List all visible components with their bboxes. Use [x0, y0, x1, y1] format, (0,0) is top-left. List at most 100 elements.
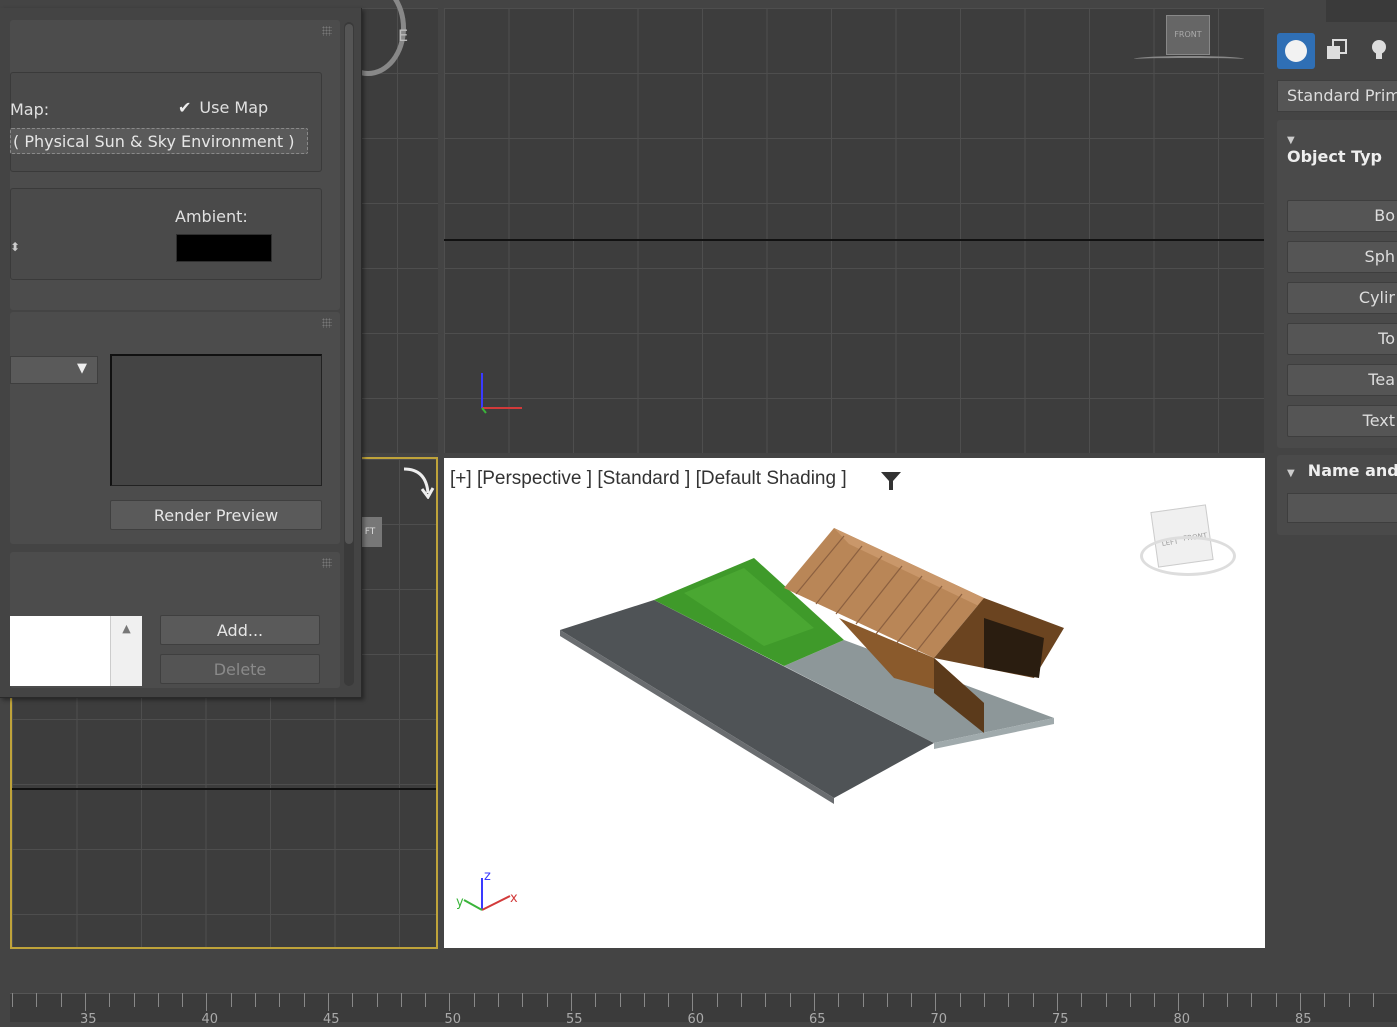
timeline-tick: [886, 993, 888, 1007]
scene-model[interactable]: [544, 518, 1104, 808]
cylinder-button[interactable]: Cylir: [1287, 282, 1397, 314]
add-effect-button[interactable]: Add...: [160, 615, 320, 645]
dialog-scrollbar[interactable]: [344, 22, 354, 686]
rollout-collapse-icon: ▼: [1287, 468, 1295, 479]
viewport-menu-view[interactable]: [Perspective ]: [477, 468, 592, 489]
viewport-menu-plus[interactable]: [+]: [450, 468, 472, 489]
scroll-up-icon[interactable]: ▲: [111, 622, 142, 635]
timeline-tick: [1202, 993, 1204, 1007]
timeline-tick: [84, 993, 86, 1011]
timeline-frame-label: 75: [1052, 1012, 1069, 1027]
axis-y-label: y: [456, 895, 464, 910]
timeline-tick: [400, 993, 402, 1007]
timeline-tick: [595, 993, 597, 1007]
timeline-tick: [425, 993, 427, 1007]
geometry-tab-button[interactable]: [1277, 33, 1315, 69]
filter-icon[interactable]: [880, 470, 902, 492]
timeline-tick: [984, 993, 985, 1007]
axis-z-label: z: [484, 869, 491, 884]
textplus-button[interactable]: Text: [1287, 405, 1397, 437]
environment-map-button[interactable]: ( Physical Sun & Sky Environment ): [10, 128, 308, 154]
timeline-tick: [473, 993, 475, 1007]
shapes-tab-button[interactable]: [1322, 36, 1352, 66]
render-preview-label: Render Preview: [153, 505, 279, 525]
box-button[interactable]: Bo: [1287, 200, 1397, 232]
viewport-menu-shading[interactable]: [Default Shading ]: [696, 468, 847, 489]
orbit-arrow-icon[interactable]: [400, 463, 436, 499]
category-label: Standard Prim: [1287, 86, 1397, 105]
chevron-down-icon: ▼: [77, 361, 87, 376]
name-color-rollout: ▼ Name and: [1277, 455, 1397, 535]
timeline-tick: [303, 993, 305, 1007]
viewport-perspective[interactable]: [+] [Perspective ] [Standard ] [Default …: [444, 458, 1265, 948]
list-scrollbar[interactable]: ▲: [110, 616, 142, 686]
object-name-field[interactable]: [1287, 493, 1397, 523]
viewport-menu-mode[interactable]: [Standard ]: [597, 468, 690, 489]
use-map-checkbox[interactable]: ✔ Use Map: [178, 98, 268, 117]
timeline-tick: [36, 993, 38, 1007]
lights-tab-button[interactable]: [1364, 36, 1394, 66]
timeline-frame-label: 50: [444, 1012, 462, 1027]
teapot-button[interactable]: Tea: [1287, 364, 1397, 396]
scrollbar-thumb[interactable]: [345, 24, 353, 544]
timeline-tick: [838, 993, 840, 1007]
delete-effect-button[interactable]: Delete: [160, 654, 320, 684]
rollout-grip-icon[interactable]: [322, 558, 332, 568]
add-label: Add...: [216, 620, 264, 640]
effects-list[interactable]: [10, 616, 110, 686]
ambient-color-swatch[interactable]: [176, 234, 272, 262]
timeline-tick: [109, 993, 111, 1007]
torus-button[interactable]: To: [1287, 323, 1397, 355]
horizon-line: [12, 788, 436, 790]
timeline-frame-label: 70: [930, 1012, 948, 1027]
viewport-label[interactable]: [+] [Perspective ] [Standard ] [Default …: [450, 468, 847, 490]
timeline-tick: [619, 993, 621, 1007]
timeline-tick: [935, 993, 937, 1011]
timeline-frame-label: 85: [1295, 1012, 1312, 1027]
timeline-frame-label: 35: [80, 1012, 97, 1027]
timeline-frame-label: 55: [566, 1012, 583, 1027]
timeline-tick: [230, 993, 232, 1007]
timeline-tick: [376, 993, 378, 1007]
timeline-tick: [1081, 993, 1083, 1007]
object-type-header[interactable]: ▼ Object Typ: [1287, 128, 1397, 166]
timeline-tick: [60, 993, 62, 1007]
axis-tripod-icon: y z x: [456, 869, 518, 911]
render-preview-button[interactable]: Render Preview: [110, 500, 322, 530]
timeline-tick: [182, 993, 184, 1007]
name-color-header[interactable]: ▼ Name and: [1287, 461, 1397, 480]
timeline-tick: [522, 993, 524, 1007]
timeline-tick: [1299, 993, 1301, 1011]
timeline-tick: [206, 993, 208, 1011]
exposure-dropdown[interactable]: ▼: [10, 356, 98, 384]
environment-dialog[interactable]: Map: ✔ Use Map ( Physical Sun & Sky Envi…: [0, 8, 362, 698]
timeline-tick: [12, 993, 13, 1007]
timeline-tick: [1008, 993, 1010, 1007]
rollout-grip-icon[interactable]: [322, 318, 332, 328]
timeline-tick: [862, 993, 864, 1007]
environment-map-name: ( Physical Sun & Sky Environment ): [13, 131, 295, 151]
timeline-tick: [765, 993, 767, 1007]
horizon-line: [444, 239, 1264, 241]
timeline-tick: [449, 993, 451, 1011]
sphere-button[interactable]: Sph: [1287, 241, 1397, 273]
timeline-tick: [1227, 993, 1228, 1007]
viewcube-ring: [1140, 536, 1236, 576]
timeline-tick: [1154, 993, 1156, 1007]
timeline-tick: [570, 993, 572, 1011]
timeline-tick: [1348, 993, 1350, 1007]
timeline-tick: [546, 993, 548, 1007]
rollout-grip-icon[interactable]: [322, 26, 332, 36]
viewport-top-right[interactable]: FRONT: [444, 8, 1264, 453]
timeline-tick: [692, 993, 694, 1011]
spinner-arrow-icon[interactable]: ⬍: [10, 240, 20, 254]
timeline-tick: [1056, 993, 1058, 1011]
category-dropdown[interactable]: Standard Prim: [1277, 80, 1397, 112]
timeline-tick: [813, 993, 815, 1011]
shapes-icon: [1327, 39, 1347, 59]
panel-tab-strip: [1326, 0, 1397, 22]
timeline-tick: [352, 993, 354, 1007]
viewcube[interactable]: FRONT: [1166, 15, 1210, 55]
rollout-collapse-icon: ▼: [1287, 135, 1295, 146]
timeline-tick: [255, 993, 256, 1007]
